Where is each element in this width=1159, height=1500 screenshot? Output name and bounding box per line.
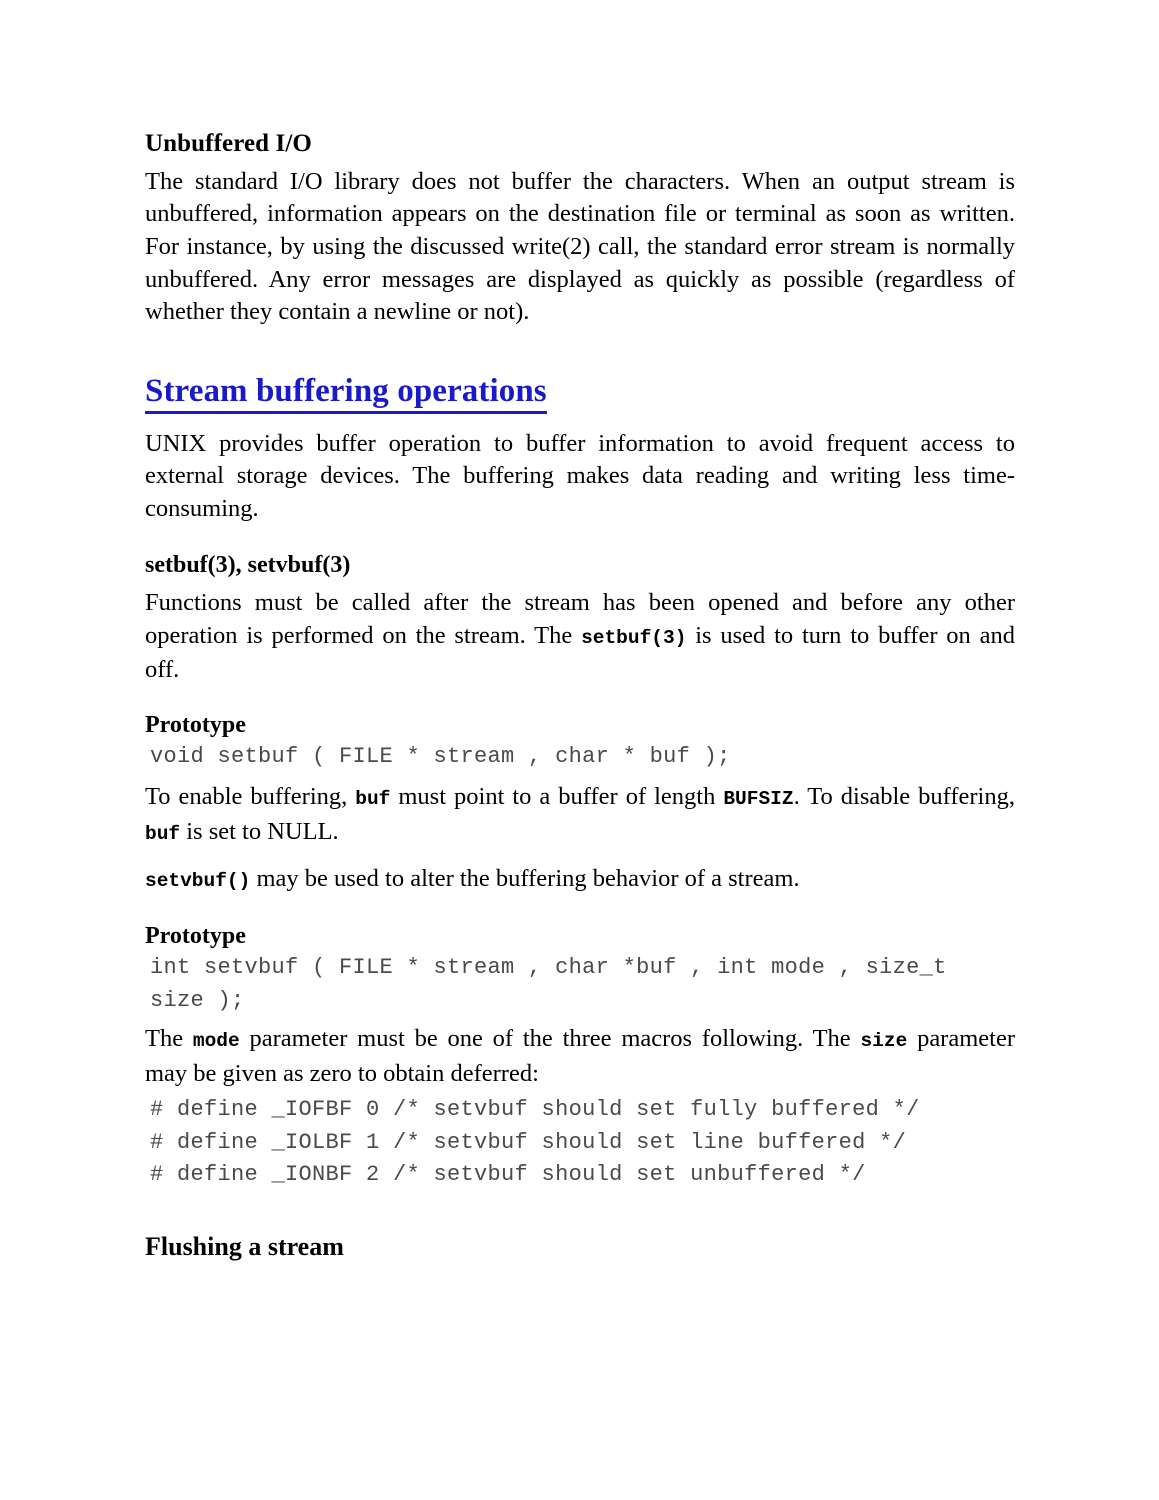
paragraph-stream-buffering-operations: UNIX provides buffer operation to buffer…: [145, 429, 1015, 522]
setvbuf-note-text-1: may be used to alter the buffering behav…: [250, 865, 800, 893]
paragraph-setvbuf-note: setvbuf() may be used to alter the buffe…: [145, 863, 1015, 898]
inline-code-buf-1: buf: [355, 787, 391, 810]
define-line-iofbf: # define _IOFBF 0 /* setvbuf should set …: [150, 1097, 920, 1123]
heading-setbuf-setvbuf: setbuf(3), setvbuf(3): [145, 552, 351, 579]
document-page: Unbuffered I/O The standard I/O library …: [0, 0, 1159, 1500]
buffer-note-text-4: is set to NULL.: [180, 817, 339, 845]
heading-stream-buffering-operations: Stream buffering operations: [145, 373, 547, 414]
heading-prototype-setvbuf: Prototype: [145, 922, 246, 949]
heading-flushing-a-stream: Flushing a stream: [145, 1231, 344, 1261]
define-line-ionbf: # define _IONBF 2 /* setvbuf should set …: [150, 1162, 866, 1188]
heading-unbuffered-io: Unbuffered I/O: [145, 130, 312, 157]
mode-note-text-2: parameter must be one of the three macro…: [239, 1025, 861, 1053]
inline-code-mode: mode: [192, 1030, 240, 1053]
paragraph-mode-note: The mode parameter must be one of the th…: [145, 1023, 1015, 1090]
code-block-defines: # define _IOFBF 0 /* setvbuf should set …: [150, 1094, 1015, 1192]
buffer-note-text-2: must point to a buffer of length: [390, 782, 724, 810]
inline-code-bufsiz: BUFSIZ: [723, 787, 794, 810]
code-block-setbuf-prototype: void setbuf ( FILE * stream , char * buf…: [150, 741, 1015, 774]
mode-note-text-1: The: [145, 1025, 193, 1053]
inline-code-setbuf3: setbuf(3): [581, 626, 687, 649]
code-line: size );: [150, 987, 245, 1013]
code-line: int setvbuf ( FILE * stream , char *buf …: [150, 955, 947, 981]
inline-code-buf-2: buf: [145, 822, 181, 845]
buffer-note-text-1: To enable buffering,: [145, 782, 356, 810]
heading-prototype-setbuf: Prototype: [145, 711, 246, 738]
paragraph-buffer-note: To enable buffering, buf must point to a…: [145, 781, 1015, 850]
paragraph-setbuf-intro: Functions must be called after the strea…: [145, 587, 1015, 687]
inline-code-setvbuf: setvbuf(): [145, 870, 251, 893]
code-block-setvbuf-prototype: int setvbuf ( FILE * stream , char *buf …: [150, 952, 1015, 1017]
paragraph-unbuffered-io: The standard I/O library does not buffer…: [145, 167, 1015, 326]
buffer-note-text-3: . To disable buffering,: [793, 782, 1015, 810]
document-body: Unbuffered I/O The standard I/O library …: [145, 130, 1015, 1262]
inline-code-size: size: [860, 1030, 908, 1053]
code-line: void setbuf ( FILE * stream , char * buf…: [150, 744, 731, 770]
define-line-iolbf: # define _IOLBF 1 /* setvbuf should set …: [150, 1129, 907, 1155]
blue-heading-container: Stream buffering operations: [145, 373, 1015, 414]
